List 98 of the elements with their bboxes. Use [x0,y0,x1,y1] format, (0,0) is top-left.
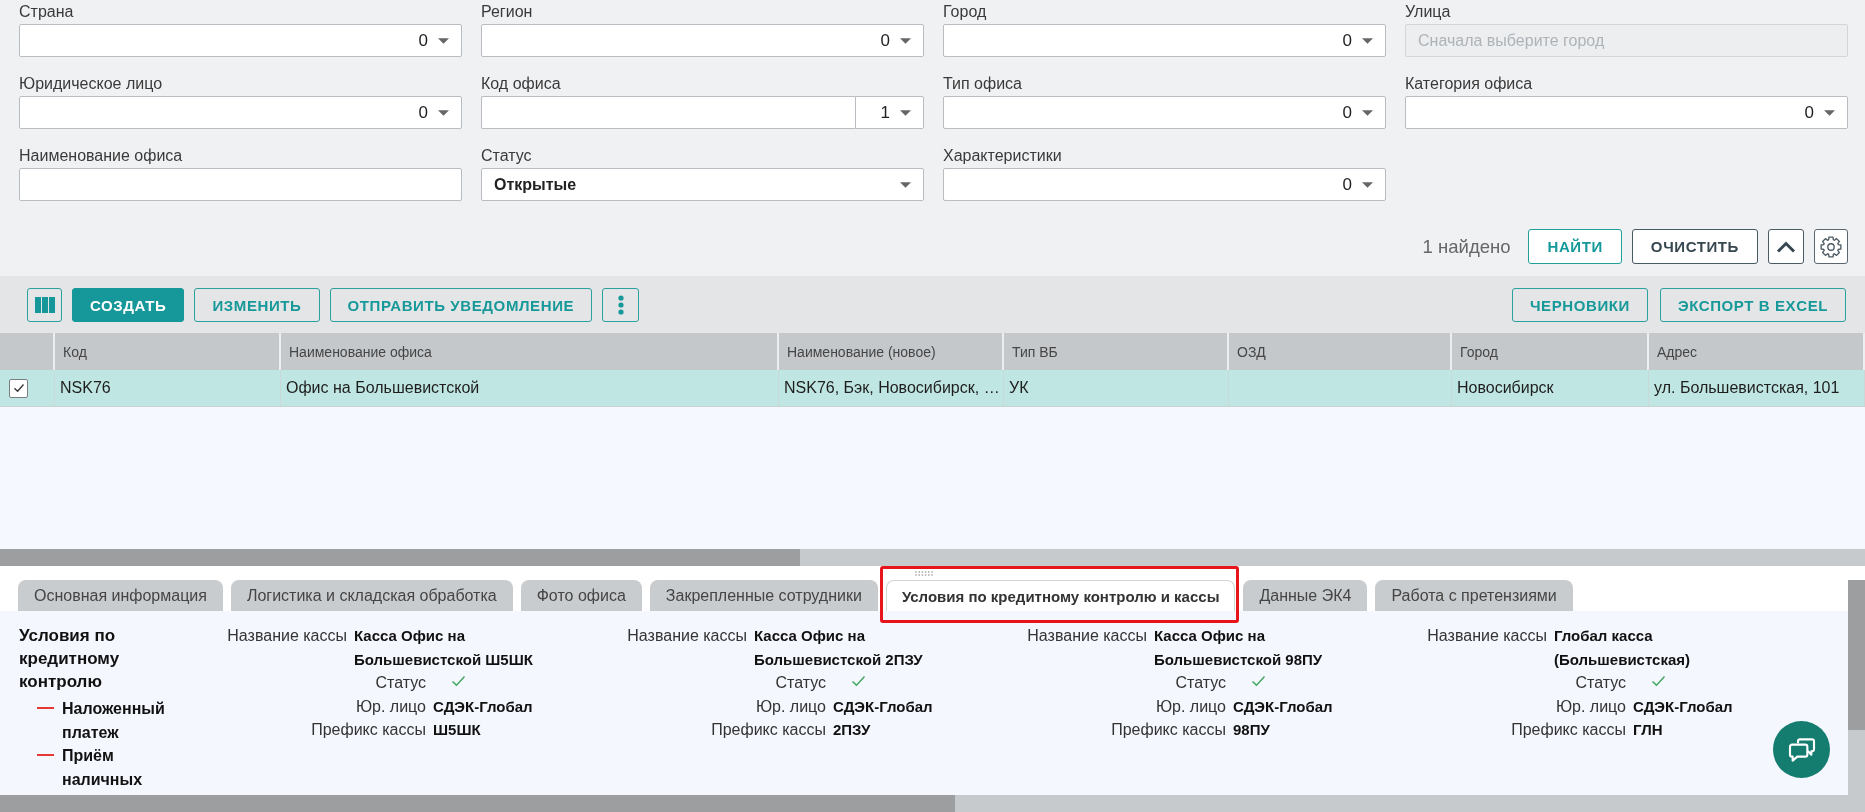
field-label: Город [943,3,987,21]
field-value: Ш5ШК [433,720,481,740]
horizontal-scrollbar[interactable] [0,549,1865,566]
field-label: Юр. лицо [1554,696,1626,717]
condition-label: Приём наличных [62,746,144,790]
chevron-up-icon [1776,240,1796,253]
field-label: Юридическое лицо [19,75,163,93]
field-label: Название кассы [226,626,347,646]
gear-icon [1820,235,1842,258]
row-checkbox[interactable] [9,378,28,398]
field-value: 98ПУ [1233,720,1270,740]
field-value: ГЛН [1633,720,1663,740]
select-field[interactable]: 0 [19,24,462,57]
text-field[interactable] [481,96,855,129]
horizontal-scrollbar[interactable] [0,795,1865,812]
field-label: Префикс кассы [1110,720,1226,740]
field-value: СДЭК-Глобал [833,696,933,717]
table-cell: Новосибирск [1452,370,1649,406]
field-label: Статус [481,147,532,165]
field-label: Наименование офиса [19,147,183,165]
tab[interactable]: Закрепленные сотрудники [649,580,878,611]
count-dropdown[interactable]: 1 [855,96,924,129]
tab[interactable]: Фото офиса [520,580,642,611]
caret-icon [1362,37,1373,44]
field-label: Префикс кассы [310,720,426,740]
chat-icon [1787,736,1816,763]
caret-icon [1362,181,1373,188]
field-label: Юр. лицо [1154,696,1226,717]
field-label: Префикс кассы [710,720,826,740]
check-icon [12,383,25,393]
field-label: Категория офиса [1405,75,1533,93]
field-value: Касса Офис на Большевистской Ш5ШК [354,626,534,670]
field-label: Страна [19,3,74,21]
collapse-button[interactable] [1768,229,1804,264]
result-count: 1 найдено [1422,235,1511,258]
field-value: СДЭК-Глобал [433,696,533,717]
field-label: Юр. лицо [754,696,826,717]
scrollbar-thumb[interactable] [1848,580,1865,730]
text-field[interactable] [19,168,462,201]
field-label: Тип офиса [943,75,1022,93]
caret-icon [438,109,449,116]
select-field[interactable]: 0 [943,168,1386,201]
columns-icon [34,297,55,313]
caret-icon [1362,109,1373,116]
table-cell: Офис на Большевистской [281,370,779,406]
field-value: Касса Офис на Большевистской 98ПУ [1154,626,1324,670]
caret-icon [438,37,449,44]
field-label: Юр. лицо [354,696,426,717]
field-label: Статус [1574,673,1626,693]
columns-button[interactable] [27,288,62,322]
caret-icon [900,181,911,188]
tab[interactable]: Условия по кредитному контролю и кассы [885,580,1236,611]
toolbar-button[interactable]: СОЗДАТЬ [72,288,185,322]
filter-button[interactable]: ОЧИСТИТЬ [1631,229,1758,264]
table-cell: ул. Большевистская, 101 [1649,370,1865,406]
caret-icon [900,109,911,116]
field-value: СДЭК-Глобал [1633,696,1733,717]
section-title: Условия по кредитному контролю [19,625,121,693]
field-label: Статус [374,673,426,693]
field-label: Улица [1405,3,1451,21]
tab[interactable]: Данные ЭК4 [1243,580,1368,611]
select-field[interactable]: 0 [1405,96,1848,129]
table-row[interactable]: NSK76 Офис на Большевистской NSK76, Бэк, Новосибирск, … УК Новосибирск ул. Большевистская, 101 [0,370,1865,407]
caret-icon [900,37,911,44]
select-field[interactable]: 0 [19,96,462,129]
field-label: Название кассы [626,626,747,646]
field-label: Регион [481,3,533,21]
caret-icon [1824,109,1835,116]
filter-button[interactable]: НАЙТИ [1528,229,1622,264]
table-cell: NSK76 [55,370,281,406]
vertical-scrollbar[interactable] [1848,580,1865,795]
tab[interactable]: Логистика и складская обработка [230,580,513,611]
scrollbar-thumb[interactable] [0,795,955,812]
scrollbar-thumb[interactable] [0,549,800,566]
field-value: 2ПЗУ [833,720,871,740]
select-field[interactable]: 0 [481,24,924,57]
table-cell: УК [1004,370,1229,406]
field-label: Название кассы [1426,626,1547,646]
field-label: Код офиса [481,75,561,93]
field-value: Глобал касса (Большевистская) [1554,626,1692,670]
select-field[interactable]: 0 [943,24,1386,57]
field-label: Характеристики [943,147,1062,165]
field-label: Название кассы [1026,626,1147,646]
field-label: Префикс кассы [1510,720,1626,740]
kebab-icon [617,295,624,315]
field-value: Касса Офис на Большевистской 2ПЗУ [754,626,924,670]
settings-button[interactable] [1814,229,1848,264]
field-label: Статус [1174,673,1226,693]
field-label: Статус [774,673,826,693]
select-field[interactable]: 0 [943,96,1386,129]
tab[interactable]: Основная информация [18,580,223,611]
select-field[interactable]: Открытые [481,168,924,201]
table-cell: NSK76, Бэк, Новосибирск, … [779,370,1004,406]
more-button[interactable] [602,288,640,322]
tab[interactable]: Работа с претензиями [1375,580,1573,611]
grip-icon[interactable] [915,570,933,576]
field-value: СДЭК-Глобал [1233,696,1333,717]
condition-label: Наложенный платеж [62,699,166,743]
